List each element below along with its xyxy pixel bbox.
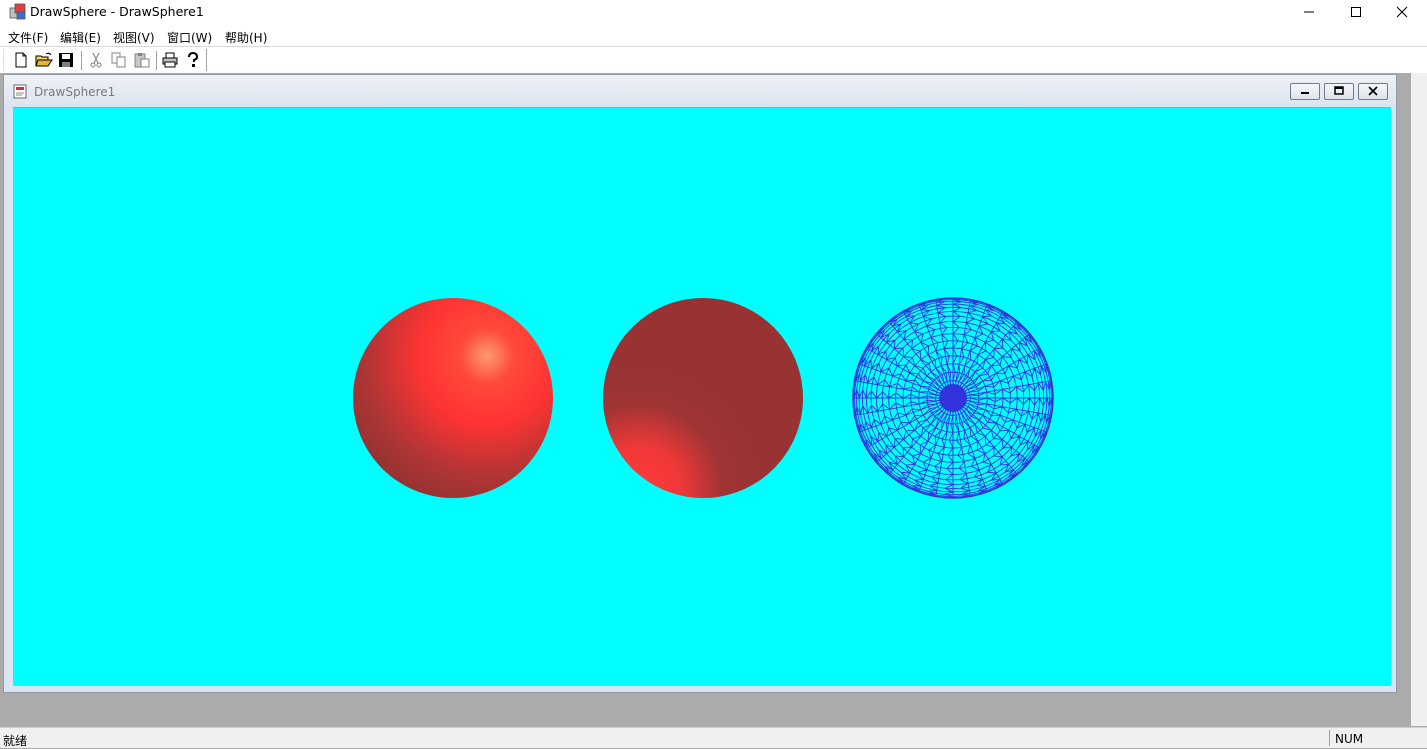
vertical-scrollbar[interactable] [1411, 73, 1427, 726]
status-text: 就绪 [3, 734, 28, 748]
close-icon [1368, 86, 1378, 96]
wireframe-pole [939, 384, 967, 412]
toolbar [3, 49, 207, 71]
copy-icon[interactable] [110, 52, 128, 68]
toolbar-separator [156, 51, 158, 70]
window-title: DrawSphere - DrawSphere1 [30, 4, 204, 19]
paste-icon[interactable] [133, 52, 151, 68]
app-icon [9, 3, 26, 20]
maximize-button[interactable] [1333, 0, 1379, 24]
cut-icon[interactable] [87, 52, 105, 68]
close-icon [1396, 6, 1408, 18]
menu-view[interactable]: 视图(V) [113, 29, 155, 46]
title-bar: DrawSphere - DrawSphere1 [0, 0, 1427, 24]
minimize-button[interactable] [1286, 0, 1332, 24]
minimize-icon [1304, 11, 1314, 13]
num-lock-label: NUM [1335, 732, 1364, 746]
close-button[interactable] [1379, 0, 1425, 24]
child-title-bar[interactable]: DrawSphere1 [4, 75, 1396, 105]
drawing-canvas[interactable] [13, 107, 1391, 686]
child-window-title: DrawSphere1 [34, 85, 116, 99]
document-icon [13, 84, 27, 99]
minimize-icon [1301, 92, 1309, 94]
child-window: DrawSphere1 [3, 74, 1397, 693]
shaded-sphere-lit-bottom-left [603, 298, 803, 498]
num-lock-indicator: NUM [1329, 730, 1423, 746]
menu-window[interactable]: 窗口(W) [167, 29, 212, 46]
restore-icon [1334, 86, 1344, 95]
menu-bar: 文件(F) 编辑(E) 视图(V) 窗口(W) 帮助(H) [0, 24, 1427, 46]
help-icon[interactable] [184, 52, 202, 68]
menu-file[interactable]: 文件(F) [8, 29, 48, 46]
sphere-scene [353, 297, 1054, 499]
child-restore-button[interactable] [1324, 83, 1354, 100]
child-minimize-button[interactable] [1290, 83, 1320, 100]
save-icon[interactable] [57, 52, 75, 68]
shaded-sphere-lit-top-right [353, 298, 553, 498]
toolbar-separator [81, 51, 83, 70]
menu-edit[interactable]: 编辑(E) [60, 29, 101, 46]
maximize-icon [1351, 7, 1361, 17]
toolbar-area [0, 46, 1427, 74]
new-icon[interactable] [12, 52, 30, 68]
child-close-button[interactable] [1358, 83, 1388, 100]
print-icon[interactable] [161, 52, 179, 68]
status-bar: 就绪 NUM [0, 727, 1427, 748]
open-icon[interactable] [35, 52, 53, 68]
wireframe-sphere [852, 297, 1054, 499]
menu-help[interactable]: 帮助(H) [225, 29, 267, 46]
